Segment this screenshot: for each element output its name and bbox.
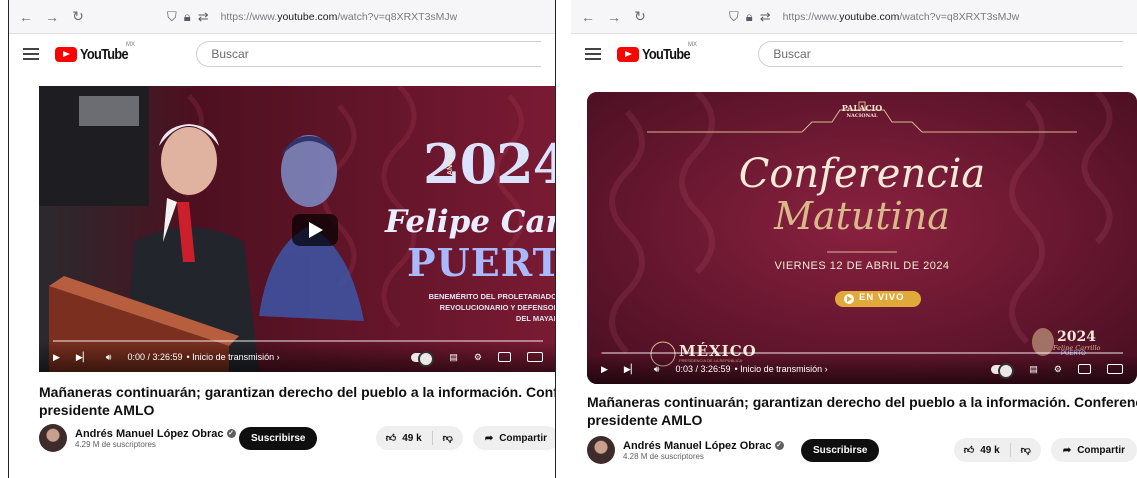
next-icon[interactable]: ▶▏ — [76, 352, 90, 363]
slide-name-line2: PUERTO — [407, 240, 555, 285]
video-title: Mañaneras continuarán; garantizan derech… — [587, 394, 1137, 428]
youtube-header: YouTube MX Buscar — [9, 34, 555, 74]
subscribe-button[interactable]: Suscribirse — [801, 438, 880, 462]
shield-icon[interactable]: ⛉ — [729, 9, 739, 25]
verified-icon: ✓ — [774, 441, 784, 451]
url-field[interactable]: https://www.youtube.com/watch?v=q8XRXT3s… — [221, 11, 458, 23]
subscriber-count: 4.29 M de suscriptores — [75, 439, 156, 449]
player-controls: ▶ ▶▏ 🔊︎ 0:03 / 3:26:59 • Inicio de trans… — [587, 354, 1137, 384]
video-frame-image — [587, 92, 1137, 384]
shield-icon[interactable]: ⛉ — [167, 9, 177, 25]
youtube-play-icon — [55, 46, 77, 62]
like-count[interactable]: 49 k — [402, 433, 421, 444]
channel-name[interactable]: Andrés Manuel López Obrac ✓ — [623, 440, 784, 452]
theater-mode-icon[interactable] — [1107, 364, 1123, 374]
like-count[interactable]: 49 k — [980, 445, 999, 456]
lock-icon[interactable]: 🔒︎ — [746, 9, 753, 25]
slide-name-line1: Felipe Carrill — [385, 204, 556, 240]
settings-gear-icon[interactable]: ⚙ — [1054, 364, 1062, 375]
next-icon[interactable]: ▶▏ — [624, 364, 638, 375]
browser-toolbar: ← → ↻ ⛉ 🔒︎ ⇄ https://www.youtube.com/wat… — [9, 0, 555, 34]
channel-name[interactable]: Andrés Manuel López Obrac ✓ — [75, 428, 236, 440]
play-icon[interactable]: ▶ — [53, 352, 60, 363]
volume-icon[interactable]: 🔊︎ — [106, 352, 112, 363]
slide-year-prefix: AÑO DE — [447, 147, 455, 176]
like-dislike-group: 👍︎ 49 k 👎︎ — [375, 426, 463, 450]
reload-icon[interactable]: ↻ — [71, 8, 85, 25]
subtitles-icon[interactable]: ▤ — [449, 352, 458, 363]
share-button[interactable]: ➦ Compartir — [1050, 438, 1137, 462]
channel-row: Andrés Manuel López Obrac ✓ 4.28 M de sus… — [587, 434, 1137, 466]
player-controls: ▶ ▶▏ 🔊︎ 0:00 / 3:26:59 • Inicio de trans… — [39, 342, 555, 372]
back-icon[interactable]: ← — [581, 9, 595, 25]
volume-icon[interactable]: 🔊︎ — [654, 364, 660, 375]
lock-icon[interactable]: 🔒︎ — [184, 9, 191, 25]
slide-year: 2024 — [423, 132, 556, 196]
live-badge: EN VIVO — [859, 292, 905, 303]
back-icon[interactable]: ← — [19, 9, 33, 25]
dislike-icon[interactable]: 👎︎ — [1021, 444, 1031, 456]
time-display: 0:00 / 3:26:59 — [127, 352, 183, 362]
forward-icon[interactable]: → — [45, 9, 59, 25]
youtube-logo[interactable]: YouTube MX — [55, 42, 136, 63]
channel-avatar[interactable] — [39, 424, 67, 452]
share-icon: ➦ — [484, 432, 494, 444]
miniplayer-icon[interactable] — [1078, 364, 1091, 374]
dislike-icon[interactable]: 👎︎ — [443, 432, 453, 444]
share-icon: ➦ — [1062, 444, 1072, 456]
autoplay-toggle[interactable] — [991, 362, 1015, 379]
settings-gear-icon[interactable]: ⚙ — [474, 352, 482, 363]
youtube-logo[interactable]: YouTube MX — [617, 42, 698, 63]
search-input[interactable]: Buscar — [196, 41, 541, 67]
channel-row: Andrés Manuel López Obrac ✓ 4.29 M de sus… — [39, 422, 555, 454]
miniplayer-icon[interactable] — [498, 352, 511, 362]
video-title: Mañaneras continuarán; garantizan derech… — [39, 384, 556, 418]
play-icon[interactable]: ▶ — [601, 364, 608, 375]
slide-subtitle: BENEMÉRITO DEL PROLETARIADO, REVOLUCIONA… — [428, 292, 556, 323]
time-display: 0:03 / 3:26:59 — [675, 364, 731, 374]
slide-date: VIERNES 12 DE ABRIL DE 2024 — [774, 260, 950, 272]
youtube-play-icon — [617, 46, 639, 62]
youtube-header: YouTube MX Buscar — [571, 34, 1137, 74]
share-button[interactable]: ➦ Compartir — [472, 426, 555, 450]
search-input[interactable]: Buscar — [758, 41, 1123, 67]
subtitles-icon[interactable]: ▤ — [1029, 364, 1038, 375]
chapter-label[interactable]: • Inicio de transmisión › — [734, 364, 827, 374]
permissions-icon[interactable]: ⇄ — [198, 9, 209, 25]
theater-mode-icon[interactable] — [527, 352, 543, 362]
chapter-label[interactable]: • Inicio de transmisión › — [186, 352, 279, 362]
left-browser-window: ← → ↻ ⛉ 🔒︎ ⇄ https://www.youtube.com/wat… — [8, 0, 556, 478]
right-browser-window: ← → ↻ ⛉ 🔒︎ ⇄ https://www.youtube.com/wat… — [571, 0, 1137, 478]
url-security-icons: ⛉ 🔒︎ ⇄ — [729, 9, 771, 25]
url-security-icons: ⛉ 🔒︎ ⇄ — [167, 9, 209, 25]
menu-icon[interactable] — [585, 48, 601, 60]
video-player[interactable]: 2024 AÑO DE Felipe Carrill PUERTO BENEMÉ… — [39, 86, 556, 372]
palace-label: PALACIO NACIONAL — [841, 103, 883, 119]
menu-icon[interactable] — [23, 48, 39, 60]
like-dislike-group: 👍︎ 49 k 👎︎ — [953, 438, 1041, 462]
permissions-icon[interactable]: ⇄ — [760, 9, 771, 25]
verified-icon: ✓ — [226, 429, 236, 439]
url-field[interactable]: https://www.youtube.com/watch?v=q8XRXT3s… — [783, 11, 1020, 23]
video-player[interactable]: PALACIO NACIONAL Conferencia Matutina VI… — [587, 92, 1137, 384]
badge-year: 2024 — [1057, 329, 1096, 345]
like-icon[interactable]: 👍︎ — [386, 432, 396, 444]
forward-icon[interactable]: → — [607, 9, 621, 25]
autoplay-toggle[interactable] — [411, 350, 435, 367]
channel-avatar[interactable] — [587, 436, 615, 464]
reload-icon[interactable]: ↻ — [633, 8, 647, 25]
subscriber-count: 4.28 M de suscriptores — [623, 451, 704, 461]
slide-title-line2: Matutina — [774, 194, 950, 238]
subscribe-button[interactable]: Suscribirse — [239, 426, 318, 450]
like-icon[interactable]: 👍︎ — [964, 444, 974, 456]
slide-title-line1: Conferencia — [738, 151, 986, 197]
browser-toolbar: ← → ↻ ⛉ 🔒︎ ⇄ https://www.youtube.com/wat… — [571, 0, 1137, 34]
